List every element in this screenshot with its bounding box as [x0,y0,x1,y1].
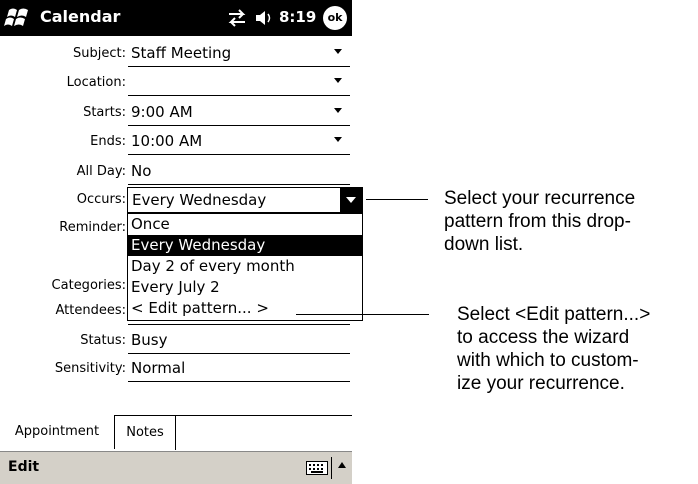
all-day-underline [128,184,350,185]
sip-divider [331,457,332,479]
callout-recurrence: Select your recurrence pattern from this… [444,188,636,255]
all-day-field[interactable]: All Day: No [0,158,352,188]
clock[interactable]: 8:19 [279,8,316,26]
subject-field[interactable]: Subject: Staff Meeting [0,40,352,70]
occurs-value[interactable]: Every Wednesday [132,191,266,209]
windows-start-icon[interactable] [3,4,33,32]
sensitivity-label: Sensitivity: [54,361,126,376]
ends-underline [128,154,350,155]
all-day-value[interactable]: No [131,162,151,180]
occurs-option-every-wednesday[interactable]: Every Wednesday [128,235,362,256]
ends-dropdown-arrow-icon[interactable] [334,137,342,142]
occurs-dropdown[interactable]: Every Wednesday [127,187,363,213]
callout-line-recurrence [366,199,428,200]
occurs-option-once[interactable]: Once [128,214,362,235]
status-field[interactable]: Status: Busy [0,327,352,357]
occurs-dropdown-arrow-icon[interactable] [340,188,362,212]
callout-line-edit-pattern [296,314,429,315]
volume-icon[interactable] [254,9,274,27]
starts-dropdown-arrow-icon[interactable] [334,108,342,113]
attendees-underline [128,324,350,325]
occurs-option-every-july-2[interactable]: Every July 2 [128,277,362,298]
ends-field[interactable]: Ends: 10:00 AM [0,128,352,158]
occurs-label: Occurs: [76,192,126,207]
attendees-label: Attendees: [55,303,127,318]
ends-value[interactable]: 10:00 AM [131,132,202,150]
sip-up-arrow-icon[interactable] [338,462,346,468]
starts-underline [128,125,350,126]
location-field[interactable]: Location: [0,69,352,99]
menu-bar: Edit [0,451,352,484]
starts-field[interactable]: Starts: 9:00 AM [0,99,352,129]
sensitivity-underline [128,381,350,382]
location-dropdown-arrow-icon[interactable] [334,78,342,83]
ok-button[interactable]: ok [323,6,347,30]
callout-edit-pattern: Select <Edit pattern...> to access the w… [457,304,651,394]
starts-value[interactable]: 9:00 AM [131,103,193,121]
status-underline [128,353,350,354]
reminder-label: Reminder: [59,220,126,235]
app-title: Calendar [40,7,121,26]
occurs-dropdown-list[interactable]: Once Every Wednesday Day 2 of every mont… [127,213,363,321]
sensitivity-field[interactable]: Sensitivity: Normal [0,355,352,385]
pocket-pc-screen: Calendar 8:19 ok Subject: Staff Meeting … [0,0,363,484]
starts-label: Starts: [83,105,126,120]
edit-menu[interactable]: Edit [8,459,39,475]
subject-label: Subject: [73,46,126,61]
keyboard-icon[interactable] [306,461,328,475]
tab-bar: Appointment Notes [0,415,352,451]
subject-value[interactable]: Staff Meeting [131,44,231,62]
status-label: Status: [80,333,126,348]
title-bar: Calendar 8:19 ok [0,0,352,36]
tab-appointment[interactable]: Appointment [0,415,115,449]
occurs-option-edit-pattern[interactable]: < Edit pattern... > [128,298,362,319]
occurs-option-day-2-every-month[interactable]: Day 2 of every month [128,256,362,277]
connectivity-icon[interactable] [227,8,247,28]
subject-underline [128,66,350,67]
sensitivity-value[interactable]: Normal [131,359,185,377]
tab-notes[interactable]: Notes [115,415,176,450]
subject-dropdown-arrow-icon[interactable] [334,49,342,54]
ends-label: Ends: [90,134,126,149]
location-underline [128,95,350,96]
categories-label: Categories: [51,278,126,293]
all-day-label: All Day: [76,164,126,179]
status-value[interactable]: Busy [131,331,168,349]
location-label: Location: [66,75,126,90]
